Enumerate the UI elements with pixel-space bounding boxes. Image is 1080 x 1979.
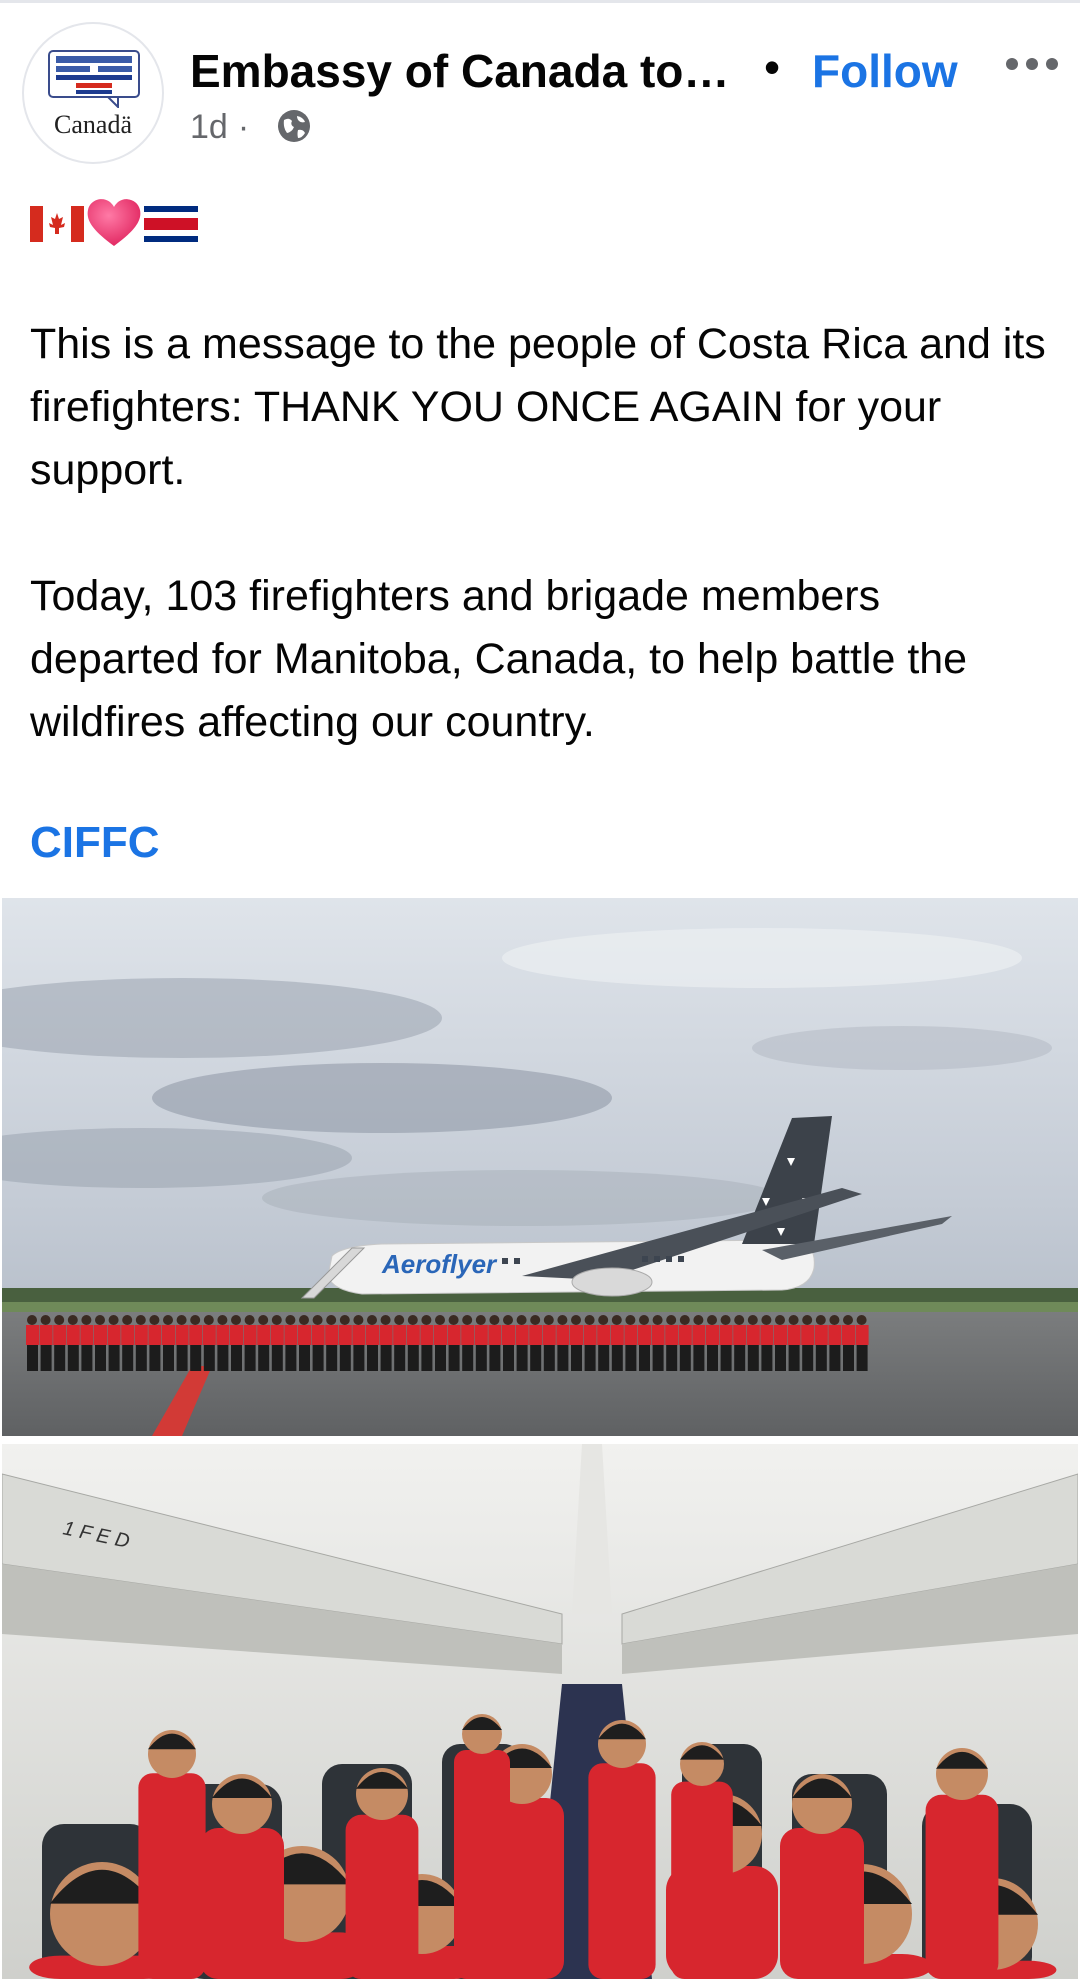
meta-separator: ·: [237, 108, 250, 146]
passenger-figure: [454, 1714, 510, 1979]
top-divider: [0, 0, 1080, 3]
flag-costa-rica-icon: [144, 206, 198, 242]
airline-logo-text: Aeroflyer: [381, 1249, 498, 1279]
avatar-wordmark: Canadä: [54, 110, 132, 139]
post-timestamp[interactable]: 1d: [190, 108, 228, 146]
flag-canada-icon: [30, 206, 84, 242]
post-meta: 1d ·: [190, 108, 259, 147]
photo-firefighters-airplane[interactable]: Aeroflyer: [2, 898, 1078, 1436]
heart-icon: [87, 199, 141, 246]
photo-firefighters-cabin[interactable]: 1 F E D: [2, 1444, 1078, 1979]
page-avatar[interactable]: Canadä: [22, 22, 164, 164]
more-options-icon[interactable]: [1004, 52, 1060, 76]
globe-icon: [278, 110, 310, 142]
passenger-figure: [200, 1774, 284, 1979]
post-paragraph-1: This is a message to the people of Costa…: [30, 320, 1046, 494]
post-paragraph-2: Today, 103 firefighters and brigade memb…: [30, 572, 968, 746]
follow-button[interactable]: Follow: [812, 44, 958, 98]
speech-bubble-flags-icon: [48, 50, 140, 108]
cabin-photo-illustration: 1 F E D: [2, 1444, 1078, 1979]
airplane-photo-illustration: Aeroflyer: [2, 898, 1078, 1436]
page-name-link[interactable]: Embassy of Canada to ...: [190, 44, 730, 98]
passenger-figure: [780, 1774, 864, 1979]
name-separator: •: [764, 41, 781, 93]
hashtag-ciffc-link[interactable]: CIFFC: [30, 818, 160, 868]
